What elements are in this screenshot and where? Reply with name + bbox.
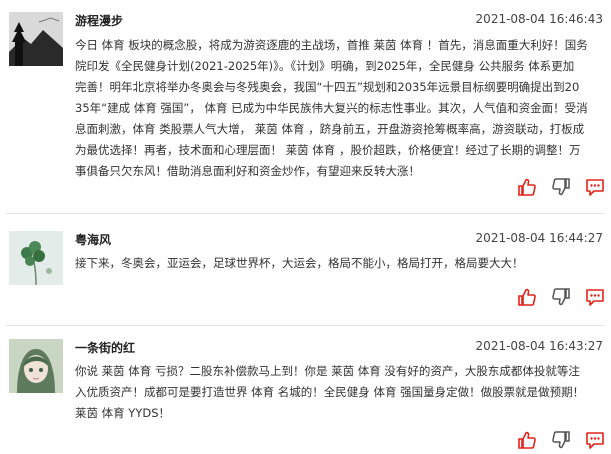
comment-actions: [507, 287, 607, 307]
comment-line: 35年“建成 体育 强国”， 体育 已成为中华民族伟大复兴的标志性事业。其次，人…: [75, 101, 588, 115]
comment-line: 为最优选择！再者，技术面和心理层面！ 莱茵 体育 ，股价超跌，价格便宜！经过了长…: [75, 143, 581, 157]
like-button[interactable]: [517, 177, 537, 197]
comment-line: 今日 体育 板块的概念股，将成为游资逐鹿的主战场，首推 莱茵 体育 ！首先，消息…: [75, 38, 588, 52]
thumbs-up-icon: [518, 288, 536, 306]
like-button[interactable]: [517, 430, 537, 450]
username[interactable]: 游程漫步: [75, 12, 123, 29]
reply-button[interactable]: [585, 177, 605, 197]
thumbs-down-icon: [552, 288, 570, 306]
post-timestamp: 2021-08-04 16:43:27: [475, 339, 603, 353]
thumbs-down-icon: [552, 431, 570, 449]
comment-text: 你说 莱茵 体育 亏损？二股东补偿款马上到！你是 莱茵 体育 没有好的资产，大股…: [75, 361, 605, 424]
thumbs-up-icon: [518, 178, 536, 196]
post-timestamp: 2021-08-04 16:44:27: [475, 231, 603, 245]
user-avatar[interactable]: [9, 12, 63, 66]
comment-text: 接下来，冬奥会，亚运会，足球世界杯，大运会，格局不能小，格局打开，格局要大大！: [75, 253, 605, 274]
comment-line: 院印发《全民健身计划(2021-2025年)》。《计划》明确，到2025年，全民…: [75, 59, 575, 73]
comment-line: 接下来，冬奥会，亚运会，足球世界杯，大运会，格局不能小，格局打开，格局要大大！: [75, 256, 524, 270]
anime-girl-icon: [9, 339, 63, 393]
dislike-button[interactable]: [551, 430, 571, 450]
comment-actions: [507, 430, 607, 450]
like-button[interactable]: [517, 287, 537, 307]
comment-line: 入优质资产！成都可是要打造世界 体育 名城的！全民健身 体育 强国量身定做！做股…: [75, 385, 585, 399]
dislike-button[interactable]: [551, 287, 571, 307]
comment-post: 一条街的红 2021-08-04 16:43:27 你说 莱茵 体育 亏损？二股…: [0, 326, 611, 453]
comment-actions: [507, 177, 607, 197]
comment-line: 你说 莱茵 体育 亏损？二股东补偿款马上到！你是 莱茵 体育 没有好的资产，大股…: [75, 364, 580, 378]
reply-button[interactable]: [585, 430, 605, 450]
comment-post: 粤海风 2021-08-04 16:44:27 接下来，冬奥会，亚运会，足球世界…: [0, 214, 611, 326]
comment-text: 今日 体育 板块的概念股，将成为游资逐鹿的主战场，首推 莱茵 体育 ！首先，消息…: [75, 35, 605, 182]
thumbs-down-icon: [552, 178, 570, 196]
comment-line: 莱茵 体育 YYDS！: [75, 406, 171, 420]
comment-line: 完善！明年北京将举办冬奥会与冬残奥会，我国“十四五”规划和2035年远景目标纲要…: [75, 80, 580, 94]
reply-button[interactable]: [585, 287, 605, 307]
clover-plant-icon: [9, 231, 63, 285]
user-avatar[interactable]: [9, 339, 63, 393]
thumbs-up-icon: [518, 431, 536, 449]
username[interactable]: 粤海风: [75, 231, 111, 248]
comment-post: 游程漫步 2021-08-04 16:46:43 今日 体育 板块的概念股，将成…: [0, 0, 611, 214]
comment-bubble-icon: [586, 289, 604, 306]
dislike-button[interactable]: [551, 177, 571, 197]
username[interactable]: 一条街的红: [75, 339, 135, 356]
mountain-pine-silhouette-icon: [9, 12, 63, 66]
post-timestamp: 2021-08-04 16:46:43: [475, 12, 603, 26]
user-avatar[interactable]: [9, 231, 63, 285]
comment-bubble-icon: [586, 179, 604, 196]
comment-line: 息面刺激，体育 类股票人气大增， 莱茵 体育 ，跻身前五，开盘游资抢筹概率高，游…: [75, 122, 585, 136]
comment-bubble-icon: [586, 432, 604, 449]
